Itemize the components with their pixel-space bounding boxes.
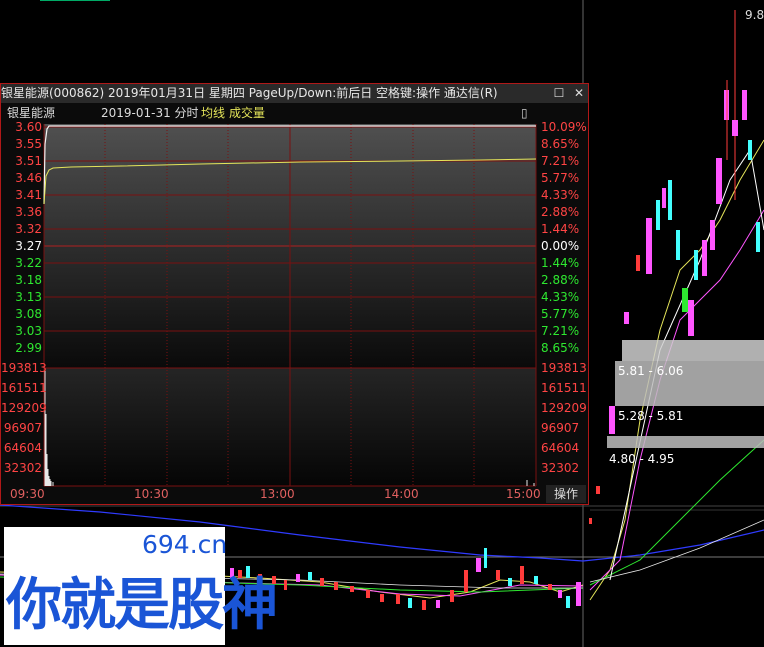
volume-tick-right: 64604: [541, 441, 580, 455]
price-tick-left: 3.46: [15, 171, 42, 185]
volume-tick-left: 193813: [1, 361, 47, 375]
percent-tick-right: 7.21%: [541, 154, 580, 168]
time-tick: 13:00: [260, 487, 295, 501]
top-price-label: 9.8: [745, 8, 764, 22]
percent-tick-right: 2.88%: [541, 273, 580, 287]
price-tick-left: 3.60: [15, 120, 42, 134]
percent-tick-right: 4.33%: [541, 290, 580, 304]
percent-tick-right: 5.77%: [541, 171, 580, 185]
operate-button[interactable]: 操作: [546, 485, 586, 503]
price-tick-left: 3.51: [15, 154, 42, 168]
percent-tick-right: 10.09%: [541, 120, 587, 134]
price-tick-left: 2.99: [15, 341, 42, 355]
intraday-chart: [43, 124, 537, 487]
percent-tick-right: 2.88%: [541, 205, 580, 219]
watermark-site: 694.cn: [142, 530, 228, 559]
watermark-slogan: 你就是股神: [6, 573, 278, 638]
volume-tick-left: 64604: [3, 441, 42, 455]
price-tick-left: 3.03: [15, 324, 42, 338]
price-tick-left: 3.18: [15, 273, 42, 287]
price-tick-left: 3.36: [15, 205, 42, 219]
volume-tick-right: 96907: [541, 421, 580, 435]
price-tick-left: 3.32: [15, 222, 42, 236]
price-zone-3: 4.80 - 4.95: [609, 452, 675, 466]
percent-tick-right: 0.00%: [541, 239, 580, 253]
price-zone-2: 5.28 - 5.81: [618, 409, 684, 423]
percent-tick-right: 7.21%: [541, 324, 580, 338]
price-tick-left: 3.08: [15, 307, 42, 321]
price-tick-left: 3.22: [15, 256, 42, 270]
price-tick-left: 3.27: [15, 239, 42, 253]
price-tick-left: 3.13: [15, 290, 42, 304]
price-tick-left: 3.41: [15, 188, 42, 202]
percent-tick-right: 4.33%: [541, 188, 580, 202]
percent-tick-right: 1.44%: [541, 222, 580, 236]
volume-tick-right: 129209: [541, 401, 587, 415]
volume-tick-left: 129209: [1, 401, 47, 415]
volume-tick-right: 161511: [541, 381, 587, 395]
time-tick: 10:30: [134, 487, 169, 501]
price-zone-1: 5.81 - 6.06: [618, 364, 684, 378]
price-tick-left: 3.55: [15, 137, 42, 151]
intraday-popup-window: 银星能源(000862) 2019年01月31日 星期四 PageUp/Down…: [0, 83, 589, 505]
volume-tick-left: 32302: [3, 461, 42, 475]
volume-tick-left: 161511: [1, 381, 47, 395]
time-tick: 14:00: [384, 487, 419, 501]
volume-tick-right: 32302: [541, 461, 580, 475]
time-tick: 15:00: [506, 487, 541, 501]
volume-tick-left: 96907: [3, 421, 42, 435]
percent-tick-right: 5.77%: [541, 307, 580, 321]
volume-tick-right: 193813: [541, 361, 587, 375]
time-tick: 09:30: [10, 487, 45, 501]
percent-tick-right: 8.65%: [541, 341, 580, 355]
percent-tick-right: 8.65%: [541, 137, 580, 151]
percent-tick-right: 1.44%: [541, 256, 580, 270]
